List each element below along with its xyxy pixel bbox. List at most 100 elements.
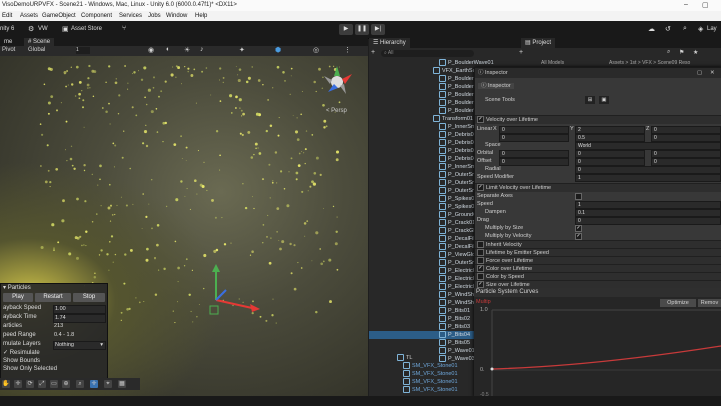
inherit-velocity-checkbox[interactable]: [477, 241, 484, 249]
menu-assets[interactable]: Assets: [20, 13, 38, 19]
account-label[interactable]: nity 6: [0, 26, 14, 32]
project-search-icon[interactable]: ⌕: [667, 49, 670, 56]
layers-dropdown[interactable]: Lay: [707, 26, 717, 32]
multiply-velocity-checkbox[interactable]: ✓: [575, 233, 582, 240]
remove-button[interactable]: Remov: [698, 299, 721, 307]
edit-collision-icon[interactable]: ⊞: [585, 96, 595, 104]
scale-tool-icon[interactable]: ⤢: [38, 380, 46, 388]
color-over-lifetime-checkbox[interactable]: ✓: [477, 265, 484, 273]
close-icon[interactable]: ✕: [710, 68, 715, 78]
tab-hierarchy[interactable]: ☰ Hierarchy: [369, 38, 410, 48]
size-over-lifetime-checkbox[interactable]: ✓: [477, 281, 484, 289]
particle-dot: [66, 70, 68, 72]
orientation-gizmo[interactable]: < Persp: [314, 60, 360, 120]
particle-dot: [195, 102, 197, 104]
multiply-size-checkbox[interactable]: ✓: [575, 225, 582, 232]
audio-icon[interactable]: ♪: [200, 46, 204, 53]
particle-dot: [329, 300, 332, 304]
pivot-dropdown[interactable]: Pivot: [2, 47, 15, 53]
velocity-over-lifetime-header[interactable]: ✓ Velocity over Lifetime: [475, 115, 721, 124]
hierarchy-item[interactable]: P_BoulderWave01: [369, 59, 517, 67]
history-icon[interactable]: ↺: [665, 25, 671, 33]
hand-tool-icon[interactable]: ✋: [2, 380, 10, 388]
tab-project[interactable]: ▤ Project: [521, 38, 556, 48]
particle-dot: [170, 73, 174, 77]
speed-modifier-field[interactable]: 1: [575, 174, 721, 182]
particle-dot: [201, 70, 204, 73]
playback-time-field[interactable]: 1.74: [53, 314, 106, 323]
restore-icon[interactable]: ▢: [702, 1, 709, 9]
hierarchy-item-content: P_Debris04: [439, 155, 477, 163]
resimulate-toggle[interactable]: ✓ Resimulate: [3, 349, 40, 357]
particle-dot: [145, 144, 149, 148]
lifetime-emitter-speed-checkbox[interactable]: [477, 249, 484, 257]
transform-tool-icon[interactable]: ⊕: [62, 380, 70, 388]
add-icon[interactable]: +: [371, 49, 375, 56]
view-tool-icon[interactable]: ⌕: [76, 380, 84, 388]
rotate-tool-icon[interactable]: ⟳: [26, 380, 34, 388]
maximize-icon[interactable]: ▢: [697, 68, 702, 78]
play-button[interactable]: ▶: [339, 24, 353, 35]
edit-shape-icon[interactable]: ▣: [599, 96, 609, 104]
linear-y-axis: Y: [570, 126, 574, 132]
version-control-icon[interactable]: ⑂: [122, 25, 126, 32]
restart-particles-button[interactable]: Restart: [35, 293, 71, 302]
asset-store-button[interactable]: Asset Store: [71, 26, 102, 32]
menu-jobs[interactable]: Jobs: [148, 13, 161, 19]
tab-inspector[interactable]: ⓘ Inspector: [478, 83, 514, 89]
rect-tool-icon[interactable]: ▭: [50, 380, 58, 388]
velocity-over-lifetime-checkbox[interactable]: ✓: [477, 116, 484, 124]
minimize-icon[interactable]: –: [684, 1, 688, 8]
draw-mode-icon[interactable]: ◉: [148, 46, 154, 54]
color-by-speed-checkbox[interactable]: [477, 273, 484, 281]
step-button[interactable]: ▶|: [371, 24, 385, 35]
linear-z-axis: Z: [646, 126, 650, 132]
play-particles-button[interactable]: Play: [3, 293, 33, 302]
grid-tool-icon[interactable]: ▦: [118, 380, 126, 388]
move-active-icon[interactable]: ✛: [90, 380, 98, 388]
show-only-selected-toggle[interactable]: Show Only Selected: [3, 365, 57, 373]
transform-gizmo[interactable]: [196, 260, 266, 330]
force-over-lifetime-checkbox[interactable]: [477, 257, 484, 265]
playback-speed-field[interactable]: 1.00: [53, 305, 106, 314]
optimize-button[interactable]: Optimize: [660, 299, 696, 307]
menu-edit[interactable]: Edit: [2, 13, 12, 19]
move-tool-icon[interactable]: ✛: [14, 380, 22, 388]
curve-editor[interactable]: [474, 308, 721, 396]
menu-window[interactable]: Window: [166, 13, 187, 19]
particle-dot: [294, 130, 299, 134]
hierarchy-search-input[interactable]: ⌕ All: [381, 50, 474, 57]
project-add-icon[interactable]: +: [519, 49, 523, 56]
cloud-icon[interactable]: ⚙: [28, 25, 34, 33]
project-filter-icon[interactable]: ⚑: [679, 49, 684, 56]
menu-services[interactable]: Services: [119, 13, 142, 19]
lighting-icon[interactable]: ☀: [184, 46, 190, 54]
vw-dropdown[interactable]: VW: [38, 26, 48, 32]
menu-component[interactable]: Component: [81, 13, 112, 19]
scene-camera-icon[interactable]: ◎: [313, 46, 319, 54]
all-models-item[interactable]: All Models: [541, 60, 564, 66]
axis-gizmo-icon[interactable]: [314, 60, 360, 104]
global-dropdown[interactable]: Global: [28, 47, 45, 53]
particle-dot: [65, 85, 67, 88]
limit-velocity-header[interactable]: ✓ Limit Velocity over Lifetime: [475, 183, 721, 192]
gizmos-icon[interactable]: ⬢: [275, 46, 281, 54]
snap-tool-icon[interactable]: ⌖: [104, 380, 112, 388]
pause-button[interactable]: ❚❚: [355, 24, 369, 35]
simulate-layers-dropdown[interactable]: Nothing ▾: [53, 341, 106, 350]
2d-toggle-icon[interactable]: ◐: [166, 46, 170, 53]
inspector-title-bar[interactable]: ⓘ Inspector ▢ ✕: [475, 68, 721, 78]
limit-velocity-checkbox[interactable]: ✓: [477, 184, 484, 192]
effects-icon[interactable]: ✦: [239, 46, 245, 54]
menu-help[interactable]: Help: [195, 13, 207, 19]
menu-gameobject[interactable]: GameObject: [42, 13, 76, 19]
search-icon[interactable]: ⌕: [683, 25, 687, 33]
stop-particles-button[interactable]: Stop: [73, 293, 105, 302]
project-star-icon[interactable]: ★: [693, 49, 698, 56]
cloud-services-icon[interactable]: ☁: [648, 25, 655, 33]
show-bounds-toggle[interactable]: Show Bounds: [3, 357, 40, 365]
separate-axes-checkbox[interactable]: [575, 193, 582, 200]
projection-label[interactable]: < Persp: [326, 108, 347, 114]
snap-increment-field[interactable]: 1: [76, 47, 90, 54]
scene-menu-icon[interactable]: ⋮: [344, 46, 351, 54]
